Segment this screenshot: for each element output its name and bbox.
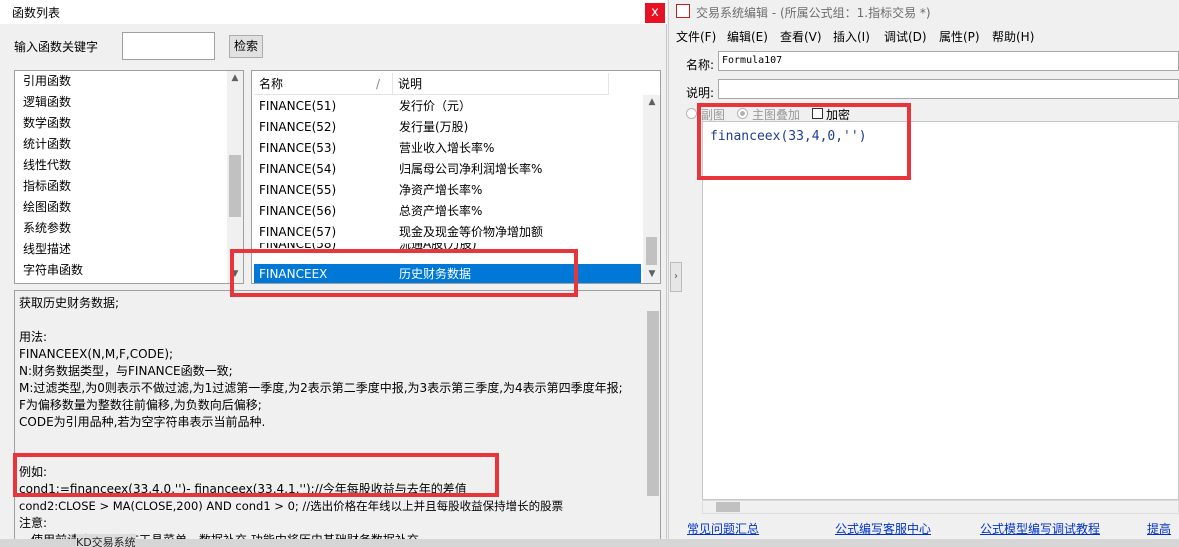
description-input[interactable] <box>718 79 1179 99</box>
row-desc: 发行量(万股) <box>399 120 469 134</box>
editor-title: 交易系统编辑 - (所属公式组：1.指标交易 *) <box>696 6 931 20</box>
column-header-desc-label: 说明 <box>398 77 423 91</box>
improve-link[interactable]: 提高 <box>1147 520 1171 537</box>
desc-line: N:财务数据类型，与FINANCE函数一致; <box>19 364 233 378</box>
menu-insert[interactable]: 插入(I) <box>833 28 870 45</box>
taskbar-app[interactable]: KD交易系统 <box>76 534 136 547</box>
row-desc: 营业收入增长率% <box>399 141 495 155</box>
name-input[interactable]: Formula107 <box>718 51 1179 71</box>
menu-edit[interactable]: 编辑(E) <box>727 28 768 45</box>
function-description: 获取历史财务数据; 用法: FINANCEEX(N,M,F,CODE); N:财… <box>14 290 661 540</box>
table-row[interactable]: FINANCE(51) 发行价（元） <box>254 96 641 117</box>
sort-icon: / <box>376 77 381 91</box>
menu-view[interactable]: 查看(V) <box>780 28 822 45</box>
category-list[interactable]: 引用函数 逻辑函数 数学函数 统计函数 线性代数 指标函数 绘图函数 系统参数 … <box>14 70 244 284</box>
scroll-down-icon[interactable]: ▼ <box>645 269 659 279</box>
code-hscrollbar[interactable] <box>702 500 1179 514</box>
category-item[interactable]: 绘图函数 <box>23 197 71 218</box>
table-row[interactable]: FINANCE(55) 净资产增长率% <box>254 180 641 201</box>
category-item[interactable]: 系统参数 <box>23 218 71 239</box>
function-list-dialog: 函数列表 x 输入函数关键字 检索 引用函数 逻辑函数 数学函数 统计函数 线性… <box>0 0 667 547</box>
row-name: FINANCE(56) <box>259 204 337 218</box>
search-input[interactable] <box>122 32 215 60</box>
desc-line: 获取历史财务数据; <box>19 296 120 310</box>
category-item[interactable]: 字符串函数 <box>23 260 83 281</box>
row-desc: 发行价（元） <box>399 99 472 113</box>
desc-line: CODE为引用品种,若为空字符串表示当前品种. <box>19 415 266 429</box>
category-item[interactable]: 线型描述 <box>23 239 71 260</box>
row-name: FINANCE(54) <box>259 162 337 176</box>
menu-help[interactable]: 帮助(H) <box>992 28 1034 45</box>
dialog-titlebar <box>0 0 667 24</box>
row-name: FINANCE(55) <box>259 183 337 197</box>
menu-properties[interactable]: 属性(P) <box>939 28 980 45</box>
table-row[interactable]: FINANCE(54) 归属母公司净利润增长率% <box>254 159 641 180</box>
column-divider <box>608 73 609 95</box>
name-label: 名称: <box>686 58 715 72</box>
desc-line: F为偏移数量为整数往前偏移,为负数向后偏移; <box>19 398 262 412</box>
table-row[interactable]: FINANCE(53) 营业收入增长率% <box>254 138 641 159</box>
highlight-box-code <box>697 103 911 180</box>
tutorial-link[interactable]: 公式模型编写调试教程 <box>980 520 1100 537</box>
row-desc: 总资产增长率% <box>399 204 483 218</box>
menu-debug[interactable]: 调试(D) <box>884 28 927 45</box>
category-item[interactable]: 逻辑函数 <box>23 92 71 113</box>
desc-line: 注意: <box>19 516 48 530</box>
taskbar <box>0 539 1179 547</box>
category-item[interactable]: 线性代数 <box>23 155 71 176</box>
scroll-thumb[interactable] <box>716 502 740 512</box>
search-button[interactable]: 检索 <box>229 35 263 58</box>
column-header-name[interactable]: 名称 / <box>254 73 394 95</box>
sub-chart-radio[interactable] <box>686 108 697 119</box>
row-desc: 现金及现金等价物净增加额 <box>399 225 544 239</box>
scroll-up-icon[interactable]: ▲ <box>645 97 659 107</box>
faq-link[interactable]: 常见问题汇总 <box>687 520 759 537</box>
app-icon <box>676 4 690 18</box>
table-scrollbar[interactable]: ▲ ▼ <box>643 95 660 283</box>
table-row[interactable]: FINANCE(56) 总资产增长率% <box>254 201 641 222</box>
category-item[interactable]: 数学函数 <box>23 113 71 134</box>
menu-file[interactable]: 文件(F) <box>676 28 716 45</box>
row-name: FINANCE(53) <box>259 141 337 155</box>
desc-line: M:过滤类型,为0则表示不做过滤,为1过滤第一季度,为2表示第二季度中报,为3表… <box>19 381 623 395</box>
category-item[interactable]: 指标函数 <box>23 176 71 197</box>
close-button[interactable]: x <box>645 3 665 23</box>
row-name: FINANCE(51) <box>259 99 337 113</box>
highlight-box-financeex <box>230 249 578 297</box>
row-desc: 净资产增长率% <box>399 183 483 197</box>
category-item[interactable]: 统计函数 <box>23 134 71 155</box>
table-row[interactable]: FINANCE(52) 发行量(万股) <box>254 117 641 138</box>
category-item[interactable]: 引用函数 <box>23 71 71 92</box>
scroll-thumb[interactable] <box>647 311 659 496</box>
search-label: 输入函数关键字 <box>14 40 99 54</box>
description-label: 说明: <box>686 86 715 100</box>
desc-line: 用法: <box>19 330 48 344</box>
support-link[interactable]: 公式编写客服中心 <box>835 520 931 537</box>
desc-scrollbar[interactable] <box>645 291 660 539</box>
row-name: FINANCE(52) <box>259 120 337 134</box>
highlight-box-example <box>13 453 499 497</box>
table-row[interactable]: FINANCE(57) 现金及现金等价物净增加额 <box>254 222 641 243</box>
scroll-thumb[interactable] <box>646 237 657 265</box>
column-header-desc[interactable]: 说明 <box>393 73 608 95</box>
scroll-thumb[interactable] <box>229 155 241 217</box>
expand-arrow-icon[interactable]: › <box>670 262 682 292</box>
desc-line: FINANCEEX(N,M,F,CODE); <box>19 347 174 361</box>
column-header-name-label: 名称 <box>259 77 284 91</box>
row-desc: 归属母公司净利润增长率% <box>399 162 543 176</box>
desc-line: cond2:CLOSE > MA(CLOSE,200) AND cond1 > … <box>19 499 564 513</box>
dialog-title: 函数列表 <box>12 6 61 20</box>
scroll-up-icon[interactable]: ▲ <box>228 73 242 83</box>
row-name: FINANCE(57) <box>259 225 337 239</box>
